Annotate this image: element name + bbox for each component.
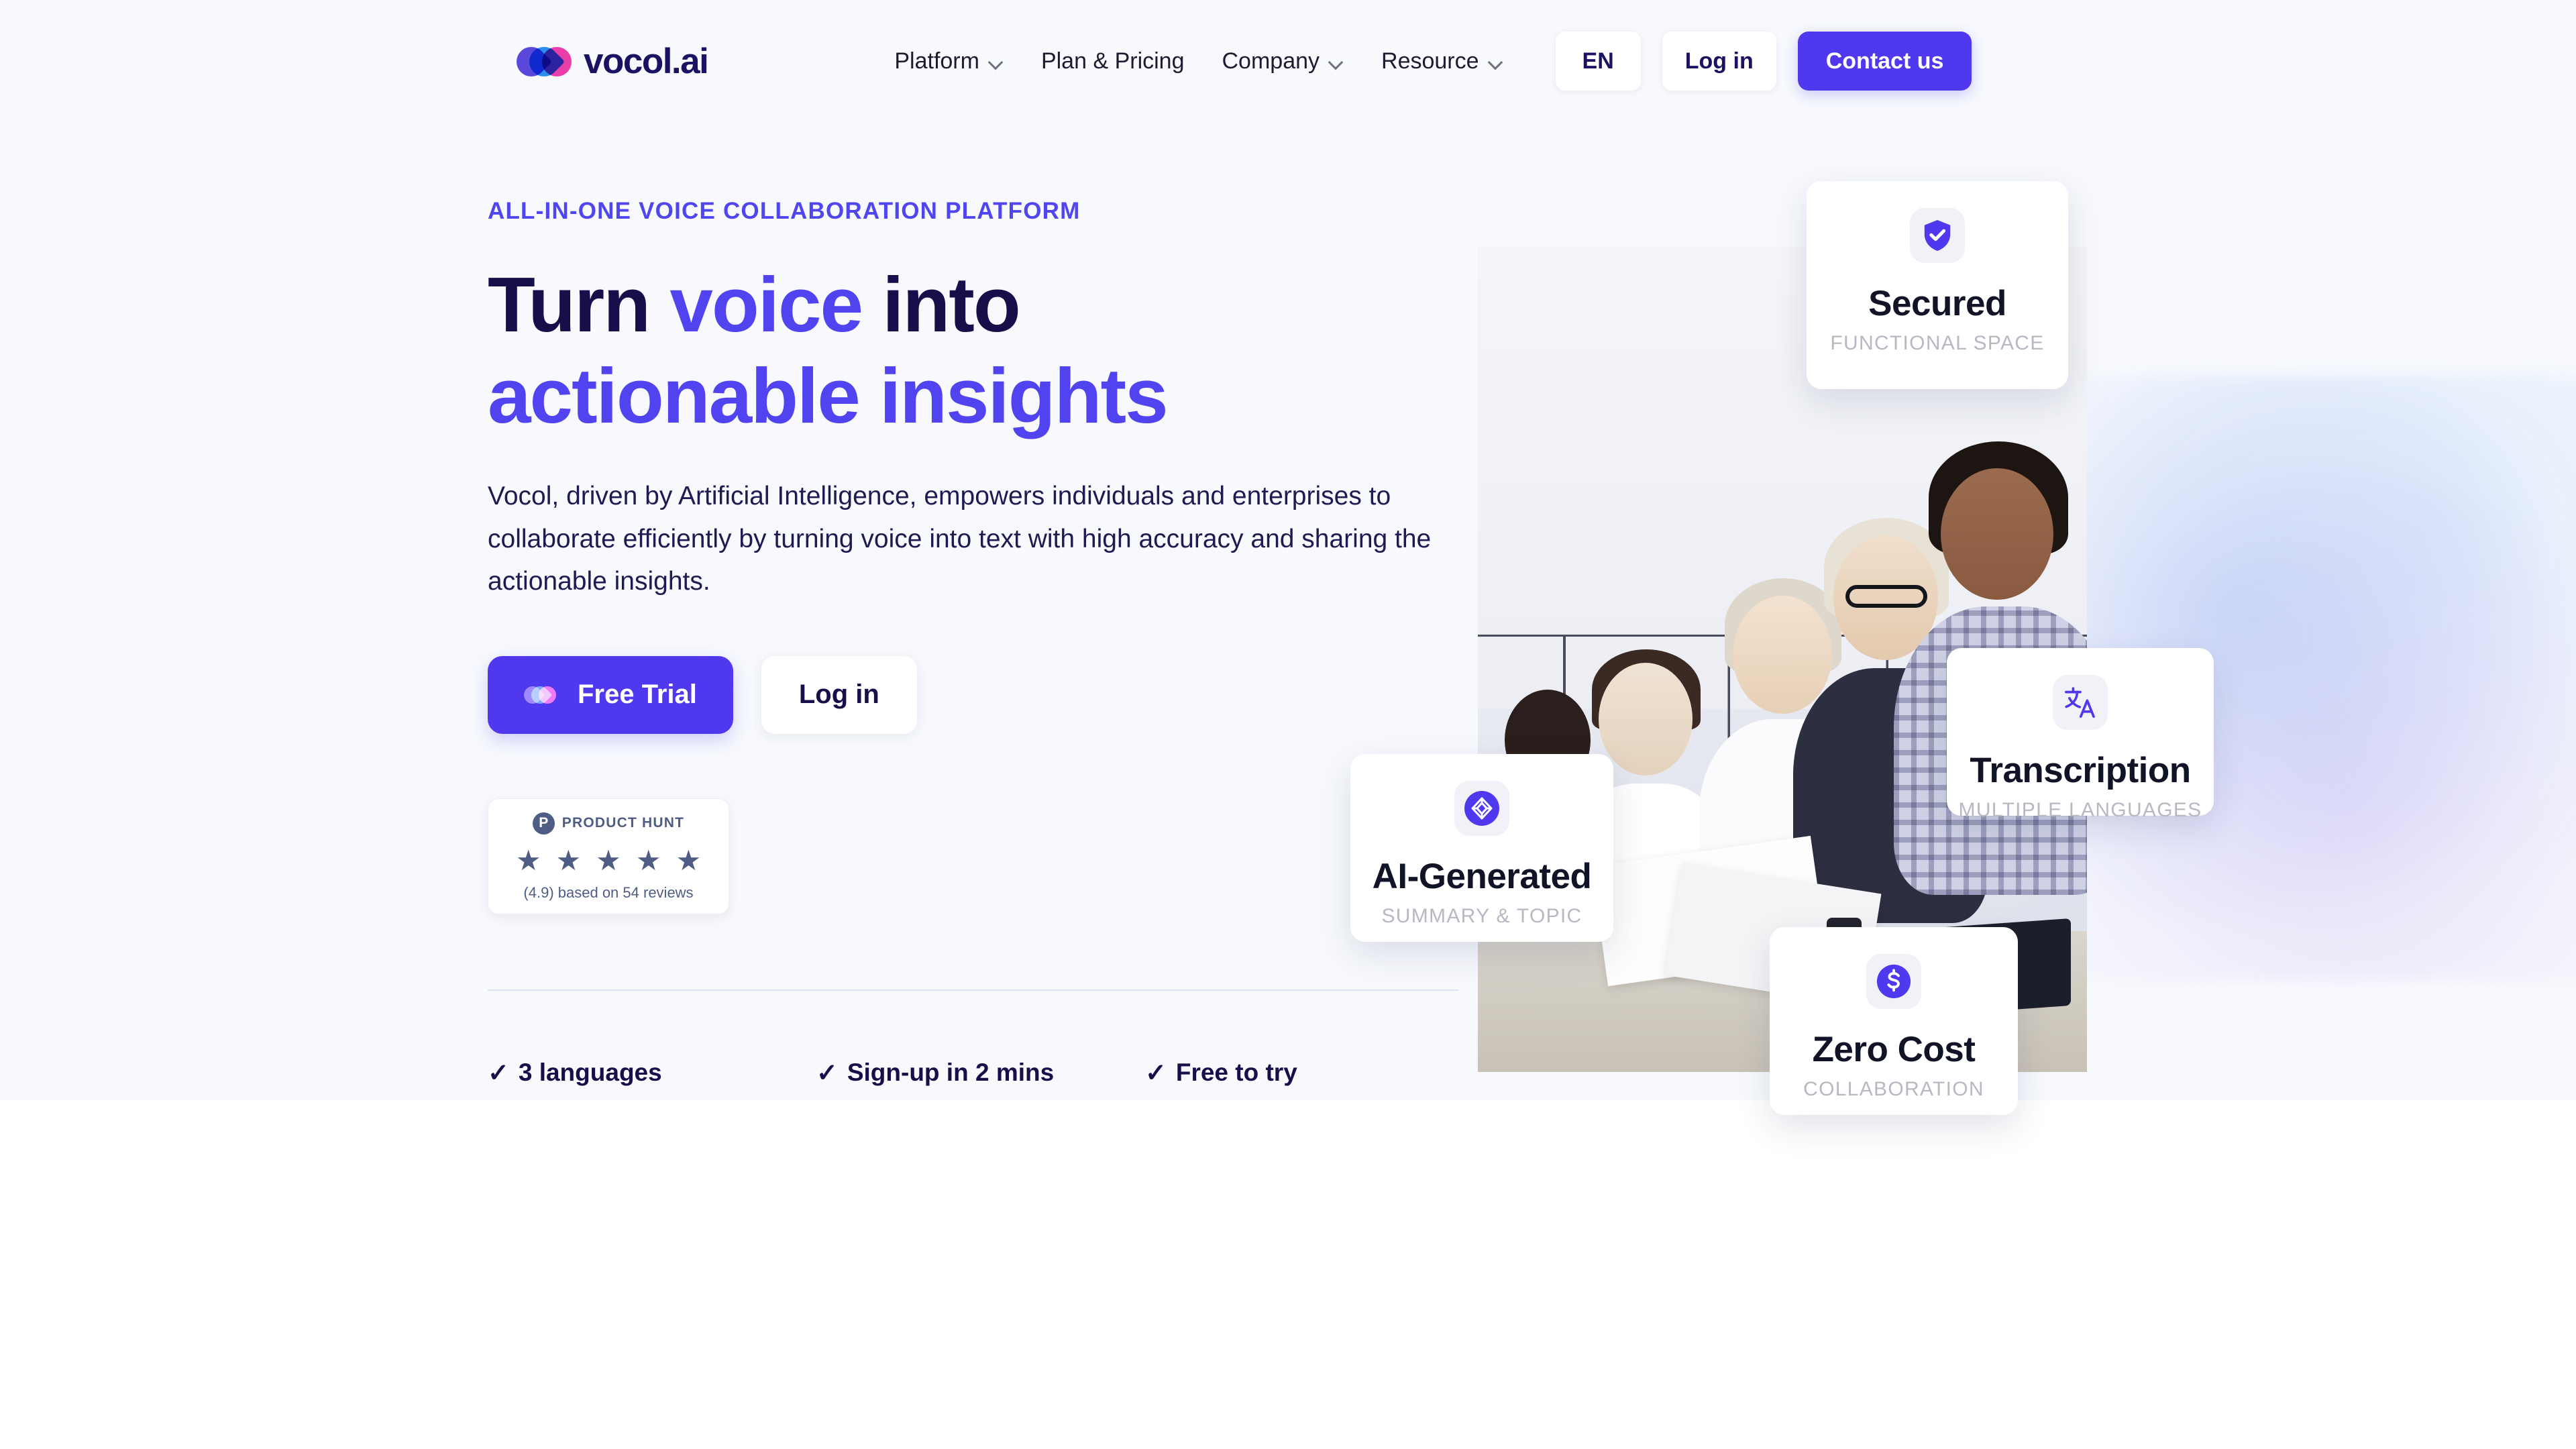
vocol-leaves-icon: [510, 40, 578, 83]
dollar-circle-icon: [1866, 954, 1921, 1009]
free-trial-label: Free Trial: [578, 680, 697, 710]
feature-item: ✓ Free to try: [1145, 1058, 1297, 1088]
nav-links: Platform Plan & Pricing Company Resource: [875, 48, 1521, 74]
card-subtitle: SUMMARY & TOPIC: [1381, 905, 1582, 927]
ai-cube-icon: [1454, 781, 1509, 836]
person-head: [1941, 468, 2053, 600]
page-title: Turn voice into actionable insights: [488, 260, 1460, 441]
headline-pre: Turn: [488, 261, 670, 348]
login-button[interactable]: Log in: [1662, 32, 1776, 91]
free-trial-button[interactable]: Free Trial: [488, 655, 733, 734]
section-divider: [488, 989, 1459, 991]
card-subtitle: MULTIPLE LANGUAGES: [1958, 799, 2202, 821]
star-icon: ★: [555, 844, 582, 876]
check-icon: ✓: [1145, 1059, 1167, 1087]
card-subtitle: FUNCTIONAL SPACE: [1830, 332, 2045, 354]
chevron-down-icon: [1489, 57, 1503, 65]
card-title: Transcription: [1970, 751, 2191, 790]
nav-item-label: Platform: [894, 48, 979, 74]
nav-item-resource[interactable]: Resource: [1362, 48, 1522, 74]
hero-eyebrow: ALL-IN-ONE VOICE COLLABORATION PLATFORM: [488, 198, 1081, 224]
card-title: Zero Cost: [1812, 1030, 1976, 1069]
vocol-leaves-icon: [520, 682, 560, 708]
navbar-actions: EN Log in Contact us: [1555, 32, 1972, 91]
nav-item-plan-pricing[interactable]: Plan & Pricing: [1022, 48, 1203, 74]
nav-item-label: Plan & Pricing: [1040, 48, 1185, 74]
card-title: AI-Generated: [1372, 857, 1592, 896]
nav-item-platform[interactable]: Platform: [875, 48, 1022, 74]
hero-description: Vocol, driven by Artificial Intelligence…: [488, 482, 1432, 596]
person-head: [1733, 596, 1832, 714]
nav-item-label: Resource: [1381, 48, 1479, 74]
hero-login-button[interactable]: Log in: [761, 655, 917, 734]
headline-accent: voice: [669, 261, 863, 348]
star-icon: ★: [635, 844, 661, 876]
hero-cta-row: Free Trial Log in: [488, 655, 1460, 734]
rating-summary: (4.9) based on 54 reviews: [523, 883, 694, 901]
headline-line-2: actionable insights: [488, 352, 1169, 439]
feature-card-transcription: Transcription MULTIPLE LANGUAGES: [1947, 648, 2214, 821]
nav-item-company[interactable]: Company: [1203, 48, 1363, 74]
feature-card-zero-cost: Zero Cost COLLABORATION: [1770, 927, 2018, 1115]
feature-label: Sign-up in 2 mins: [847, 1059, 1055, 1087]
product-hunt-header: P PRODUCT HUNT: [495, 812, 722, 835]
glasses-icon: [1845, 585, 1927, 608]
translate-icon: [2053, 675, 2108, 730]
feature-item: ✓ Sign-up in 2 mins: [816, 1058, 1145, 1088]
shield-check-icon: [1910, 208, 1965, 263]
star-rating: ★ ★ ★ ★ ★: [495, 844, 722, 876]
nav-item-label: Company: [1222, 48, 1320, 74]
feature-highlights: ✓ 3 languages ✓ Sign-up in 2 mins ✓ Free…: [488, 1058, 1460, 1088]
card-title: Secured: [1868, 284, 2006, 323]
check-icon: ✓: [488, 1059, 509, 1087]
hero-content: ALL-IN-ONE VOICE COLLABORATION PLATFORM …: [488, 198, 1460, 1088]
headline-line-1: Turn voice into: [488, 260, 1460, 351]
feature-card-ai-generated: AI-Generated SUMMARY & TOPIC: [1350, 754, 1613, 942]
feature-label: 3 languages: [518, 1059, 662, 1087]
contact-us-button[interactable]: Contact us: [1797, 32, 1972, 91]
top-navbar: vocol.ai Platform Plan & Pricing Company…: [0, 0, 2576, 122]
product-hunt-name: PRODUCT HUNT: [561, 815, 685, 831]
card-subtitle: COLLABORATION: [1803, 1078, 1984, 1100]
brand-name: vocol.ai: [584, 41, 709, 81]
product-hunt-badge[interactable]: P PRODUCT HUNT ★ ★ ★ ★ ★ (4.9) based on …: [488, 798, 729, 914]
headline-post: into: [861, 261, 1021, 348]
navbar-inner: vocol.ai Platform Plan & Pricing Company…: [510, 32, 2059, 91]
check-icon: ✓: [816, 1059, 838, 1087]
star-icon: ★: [596, 844, 621, 876]
feature-item: ✓ 3 languages: [488, 1058, 816, 1088]
chevron-down-icon: [1329, 57, 1344, 65]
star-icon: ★: [676, 844, 702, 876]
brand-logo[interactable]: vocol.ai: [510, 40, 709, 83]
feature-label: Free to try: [1175, 1059, 1297, 1087]
star-icon: ★: [515, 844, 541, 876]
language-selector[interactable]: EN: [1555, 32, 1641, 91]
product-hunt-icon: P: [532, 812, 555, 835]
person-head: [1599, 663, 1693, 775]
feature-card-secured: Secured FUNCTIONAL SPACE: [1807, 181, 2068, 389]
chevron-down-icon: [989, 57, 1004, 65]
